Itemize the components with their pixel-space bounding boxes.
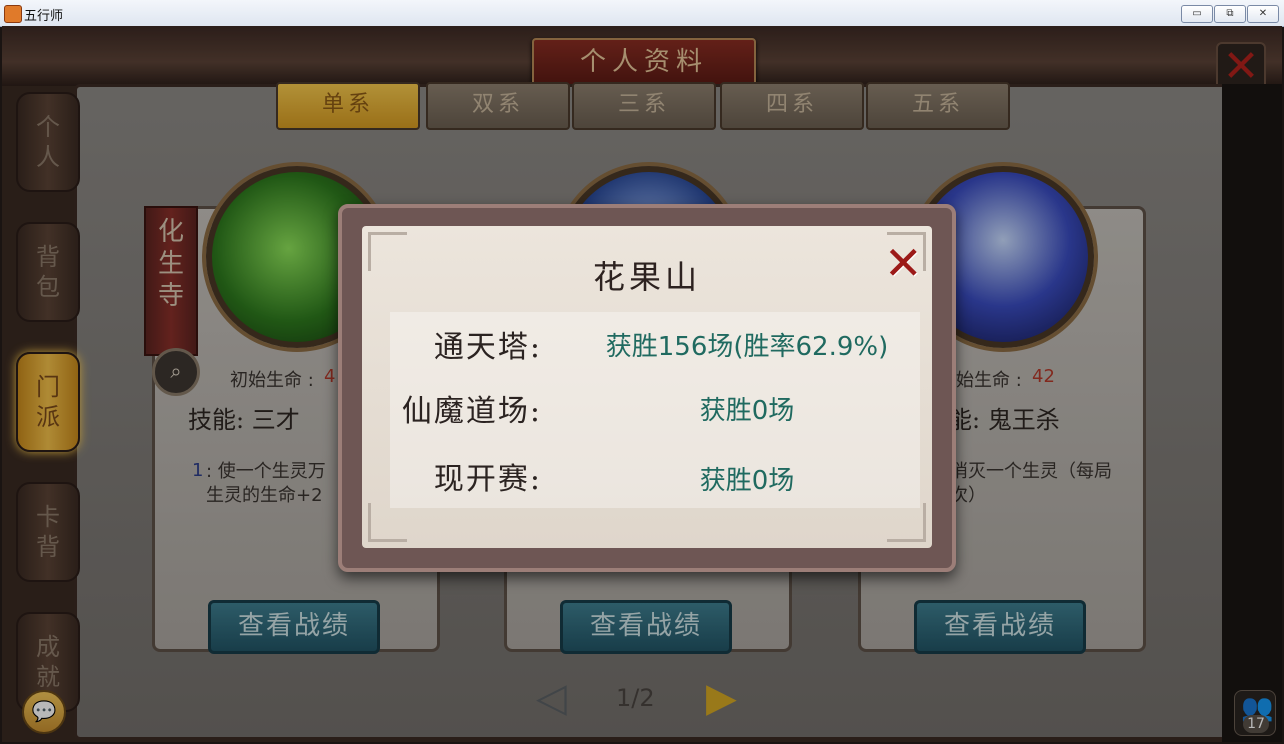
corner-ornament xyxy=(887,503,926,542)
row-value-arena: 获胜0场 xyxy=(699,396,795,426)
app-icon xyxy=(4,5,22,23)
dialog-close-icon[interactable]: ✕ xyxy=(884,240,923,286)
restore-button[interactable]: ⧉ xyxy=(1214,5,1246,23)
row-label-tower: 通天塔: xyxy=(433,330,542,365)
record-dialog-body: 花果山 通天塔: 获胜156场(胜率62.9%) 仙魔道场: 获胜0场 现开赛:… xyxy=(362,226,932,548)
minimize-button[interactable]: ▭ xyxy=(1181,5,1213,23)
row-label-open-match: 现开赛: xyxy=(433,462,542,497)
game-viewport: 个人资料 ✕ 个 人 背 包 门 派 卡 背 成 就 单系 双系 三系 四系 五… xyxy=(2,26,1282,742)
row-value-open-match: 获胜0场 xyxy=(699,466,795,496)
corner-ornament xyxy=(368,503,407,542)
window-title: 五行师 xyxy=(24,9,64,24)
record-dialog: 花果山 通天塔: 获胜156场(胜率62.9%) 仙魔道场: 获胜0场 现开赛:… xyxy=(338,204,956,572)
window-titlebar: 五行师 ▭ ⧉ ✕ xyxy=(0,0,1284,27)
window-close-button[interactable]: ✕ xyxy=(1247,5,1279,23)
row-label-arena: 仙魔道场: xyxy=(401,394,542,429)
row-value-tower: 获胜156场(胜率62.9%) xyxy=(605,332,889,362)
dialog-title: 花果山 xyxy=(592,258,701,296)
